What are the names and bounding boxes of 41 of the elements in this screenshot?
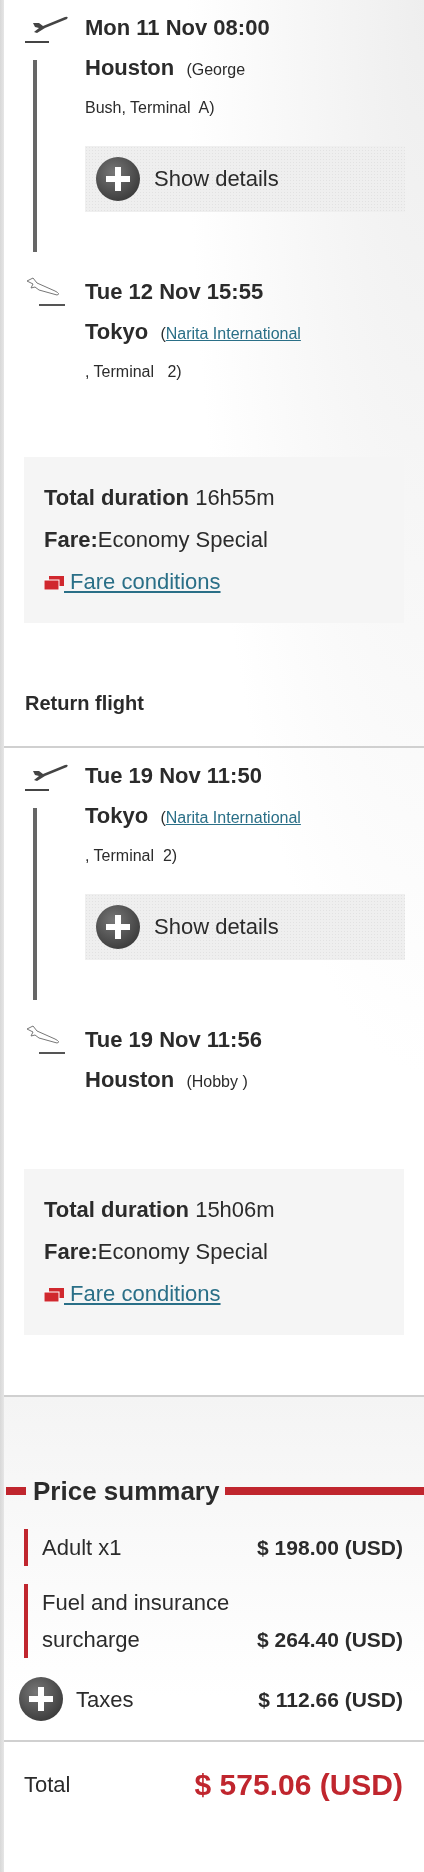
price-label: Adult x1 bbox=[42, 1534, 122, 1562]
price-label: Fuel and insurance surcharge bbox=[42, 1589, 231, 1654]
price-label: Taxes bbox=[76, 1685, 134, 1714]
terminal-text: , Terminal 2) bbox=[85, 846, 179, 866]
price-amount: $ 112.66 (USD) bbox=[258, 1686, 403, 1713]
airport-name: ( bbox=[160, 809, 166, 826]
section-title: Return flight bbox=[25, 691, 145, 716]
expand-icon bbox=[18, 1676, 64, 1722]
fare-type: Fare:Economy Special bbox=[44, 526, 269, 554]
price-amount: $ 198.00 (USD) bbox=[257, 1535, 403, 1561]
airport-name: ( bbox=[160, 325, 166, 342]
airport-link[interactable]: Narita International bbox=[165, 325, 301, 342]
total-amount: $ 575.06 (USD) bbox=[194, 1768, 403, 1802]
city-name: Tokyo bbox=[85, 803, 149, 828]
city-name: Tokyo bbox=[85, 319, 149, 344]
fare-conditions-link[interactable]: Fare conditions bbox=[64, 1281, 221, 1306]
show-details-button[interactable]: Show details bbox=[85, 894, 405, 960]
airport-link[interactable]: Narita International bbox=[165, 809, 301, 826]
departure-time: Tue 19 Nov 11:50 bbox=[85, 762, 263, 790]
price-amount: $ 264.40 (USD) bbox=[257, 1627, 403, 1653]
departure-time: Mon 11 Nov 08:00 bbox=[85, 14, 271, 42]
price-summary-title: Price summary bbox=[33, 1475, 220, 1508]
airport-name: (Hobby ) bbox=[186, 1073, 248, 1090]
total-label: Total bbox=[24, 1772, 71, 1798]
plus-icon bbox=[95, 156, 141, 202]
show-details-button[interactable]: Show details bbox=[85, 146, 405, 212]
accent-bar bbox=[6, 1487, 26, 1495]
plus-icon bbox=[95, 904, 141, 950]
documents-icon bbox=[44, 576, 64, 591]
terminal-text: , Terminal 2) bbox=[85, 362, 183, 382]
city-name: Houston bbox=[85, 1067, 175, 1092]
fare-conditions-link[interactable]: Fare conditions bbox=[64, 569, 221, 594]
total-duration: Total duration 16h55m bbox=[44, 484, 276, 512]
terminal-text: Bush, Terminal A) bbox=[85, 98, 216, 118]
city-name: Houston bbox=[85, 55, 175, 80]
total-duration: Total duration 15h06m bbox=[44, 1196, 276, 1224]
arrival-time: Tue 12 Nov 15:55 bbox=[85, 278, 265, 306]
airport-name: (George bbox=[186, 61, 246, 78]
arrival-time: Tue 19 Nov 11:56 bbox=[85, 1026, 263, 1054]
fare-type: Fare:Economy Special bbox=[44, 1238, 269, 1266]
documents-icon bbox=[44, 1288, 64, 1303]
